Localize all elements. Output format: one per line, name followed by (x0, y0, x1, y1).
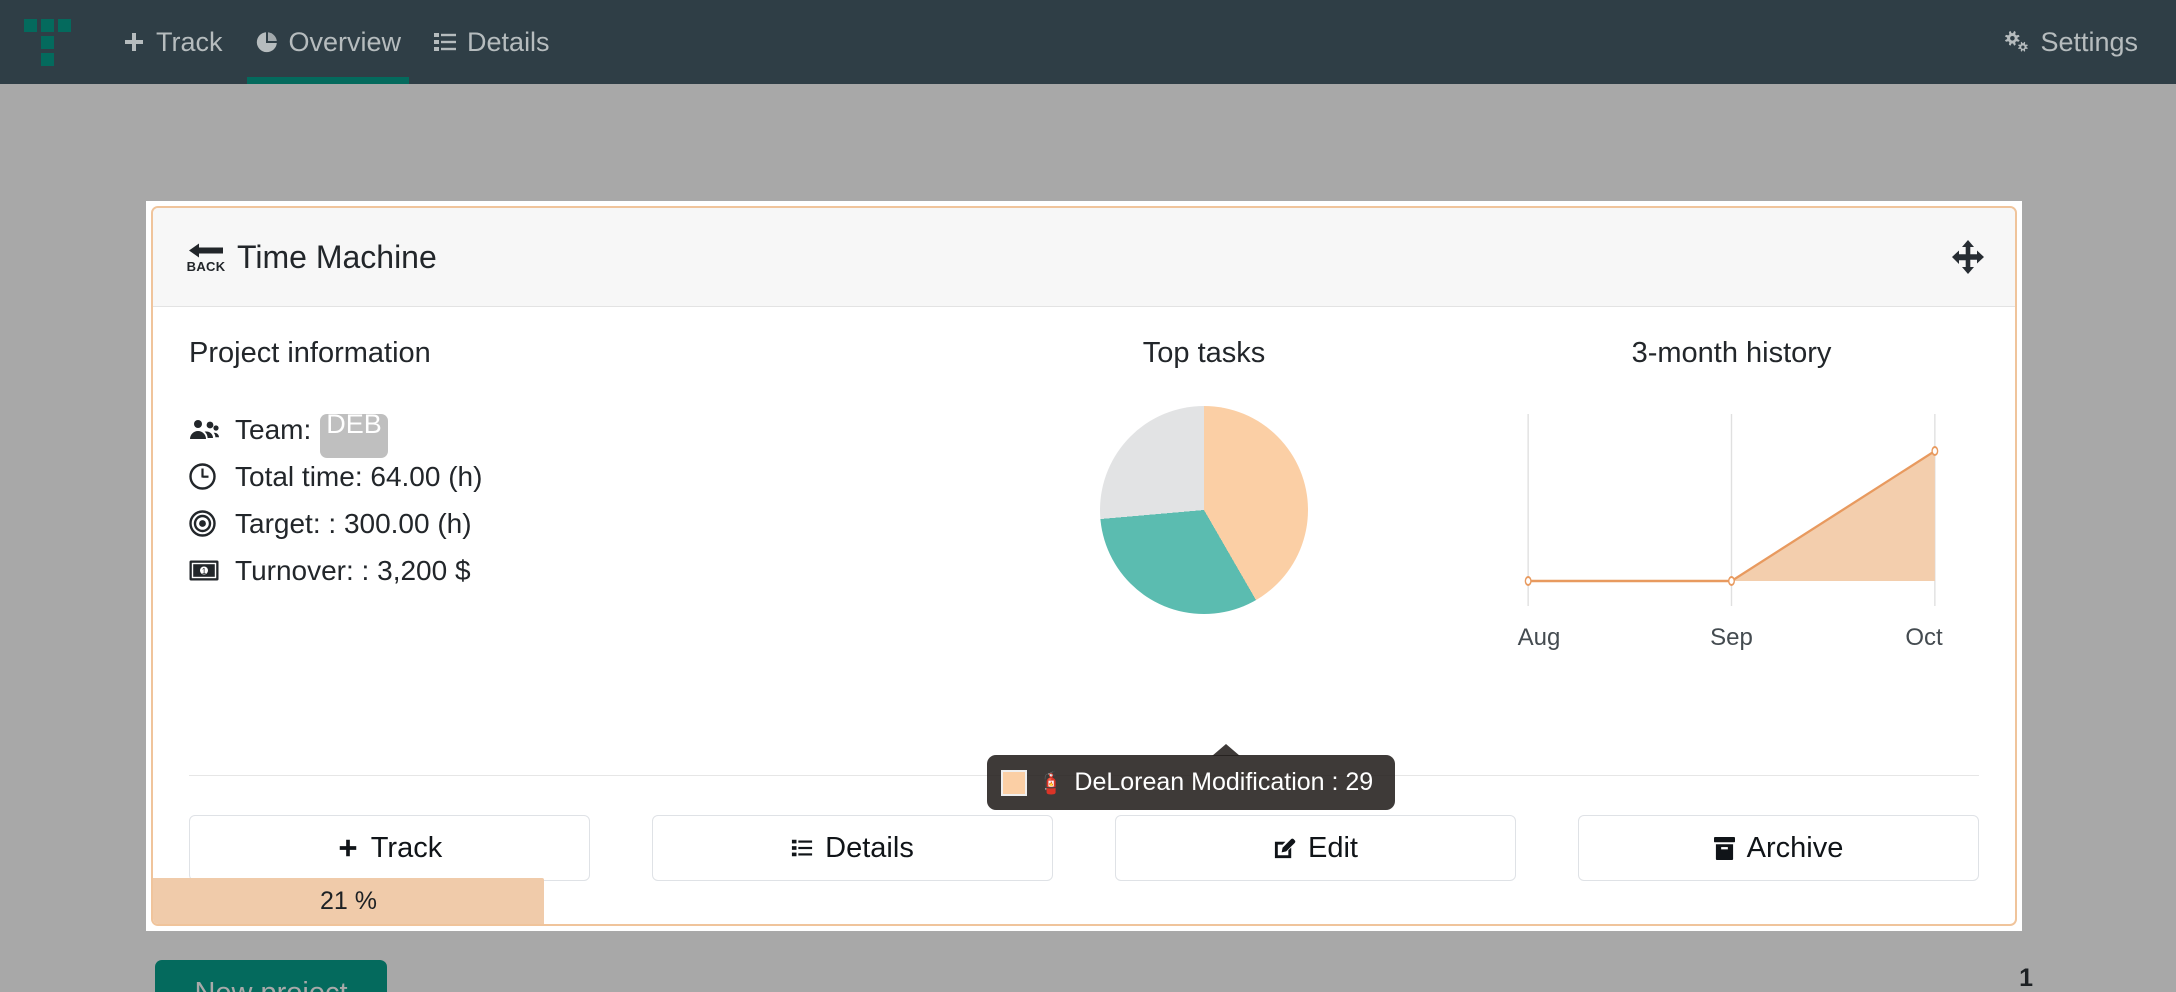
settings-label: Settings (2040, 26, 2138, 57)
nav-items: Track Overview Details (106, 0, 566, 84)
history-tick-aug: Aug (1517, 624, 1561, 651)
track-button[interactable]: Track (189, 815, 590, 881)
pencil-square-icon (1273, 837, 1296, 860)
history-heading: 3-month history (1631, 337, 1832, 369)
card-action-buttons: Track Details Edit Archive (189, 815, 1979, 881)
pie-chart-icon (255, 30, 279, 54)
history-tick-oct: Oct (1905, 624, 1943, 651)
history-tick-sep: Sep (1710, 624, 1753, 651)
back-button[interactable]: BACK (187, 242, 225, 273)
card-header: BACK Time Machine (153, 208, 2015, 307)
page-content: BACK Time Machine Project information Te… (0, 84, 2176, 992)
app-logo[interactable] (24, 19, 71, 66)
list-icon (433, 30, 457, 54)
info-row-turnover: 1 Turnover: : 3,200 $ (189, 547, 924, 594)
progress-bar-label: 21 % (320, 886, 377, 915)
pie-chart-wrap (924, 406, 1484, 614)
tooltip-color-swatch (1001, 769, 1027, 796)
card-body: Project information Team: DEB Total time… (153, 307, 2015, 924)
list-icon (791, 837, 813, 859)
gears-icon (2002, 30, 2029, 54)
nav-item-settings[interactable]: Settings (2002, 27, 2138, 58)
project-card-container: BACK Time Machine Project information Te… (146, 201, 2022, 931)
history-area-chart[interactable]: Aug Sep Oct (1518, 406, 1943, 651)
page-title: Time Machine (237, 238, 437, 275)
info-row-label: Target: : 300.00 (h) (235, 507, 472, 539)
archive-button[interactable]: Archive (1578, 815, 1979, 881)
top-tasks-pie-chart[interactable] (1100, 406, 1308, 614)
info-row-label: Team: (235, 413, 312, 445)
nav-item-label: Overview (288, 26, 402, 57)
move-arrows-icon[interactable] (1951, 240, 1985, 274)
back-button-label: BACK (186, 258, 226, 274)
project-information-heading: Project information (189, 337, 431, 369)
tooltip-text: DeLorean Modification : 29 (1074, 768, 1374, 796)
info-row-target: Target: : 300.00 (h) (189, 500, 924, 547)
archive-box-icon (1713, 836, 1735, 860)
plus-icon (122, 30, 146, 54)
project-card: BACK Time Machine Project information Te… (151, 206, 2017, 926)
track-button-label: Track (370, 831, 443, 864)
new-project-button[interactable]: New project (155, 960, 387, 992)
nav-item-label: Details (467, 26, 550, 57)
nav-item-track[interactable]: Track (106, 0, 239, 84)
users-icon (189, 419, 223, 441)
project-information-list: Team: DEB Total time: 64.00 (h) Target: … (189, 406, 924, 594)
edit-button[interactable]: Edit (1115, 815, 1516, 881)
pagination-page-1[interactable]: 1 (2019, 964, 2033, 992)
history-x-axis-labels: Aug Sep Oct (1518, 624, 1943, 652)
info-row-total-time: Total time: 64.00 (h) (189, 453, 924, 500)
arrow-left-icon (189, 242, 223, 259)
money-bill-icon: 1 (189, 560, 223, 581)
target-icon (189, 510, 223, 537)
info-row-label: Total time: 64.00 (h) (235, 460, 483, 492)
svg-text:1: 1 (202, 567, 207, 576)
nav-item-details[interactable]: Details (417, 0, 566, 84)
details-button-label: Details (825, 831, 914, 864)
progress-bar: 21 % (153, 878, 2015, 924)
progress-bar-fill: 21 % (153, 878, 545, 924)
plus-icon (337, 837, 359, 859)
fire-extinguisher-icon: 🧯 (1037, 769, 1065, 795)
team-badge-label: DEB (326, 413, 382, 439)
nav-item-label: Track (156, 26, 223, 57)
top-tasks-heading: Top tasks (1142, 337, 1266, 369)
info-row-label: Turnover: : 3,200 $ (235, 554, 471, 586)
team-badge[interactable]: DEB (320, 413, 388, 458)
nav-item-overview[interactable]: Overview (239, 0, 418, 84)
info-row-team: Team: DEB (189, 406, 924, 458)
details-button[interactable]: Details (652, 815, 1053, 881)
edit-button-label: Edit (1308, 831, 1358, 864)
top-navigation-bar: Track Overview Details Settings (0, 0, 2176, 84)
archive-button-label: Archive (1746, 831, 1844, 864)
pie-chart-tooltip: 🧯 DeLorean Modification : 29 (987, 744, 1396, 810)
clock-icon (189, 463, 223, 490)
